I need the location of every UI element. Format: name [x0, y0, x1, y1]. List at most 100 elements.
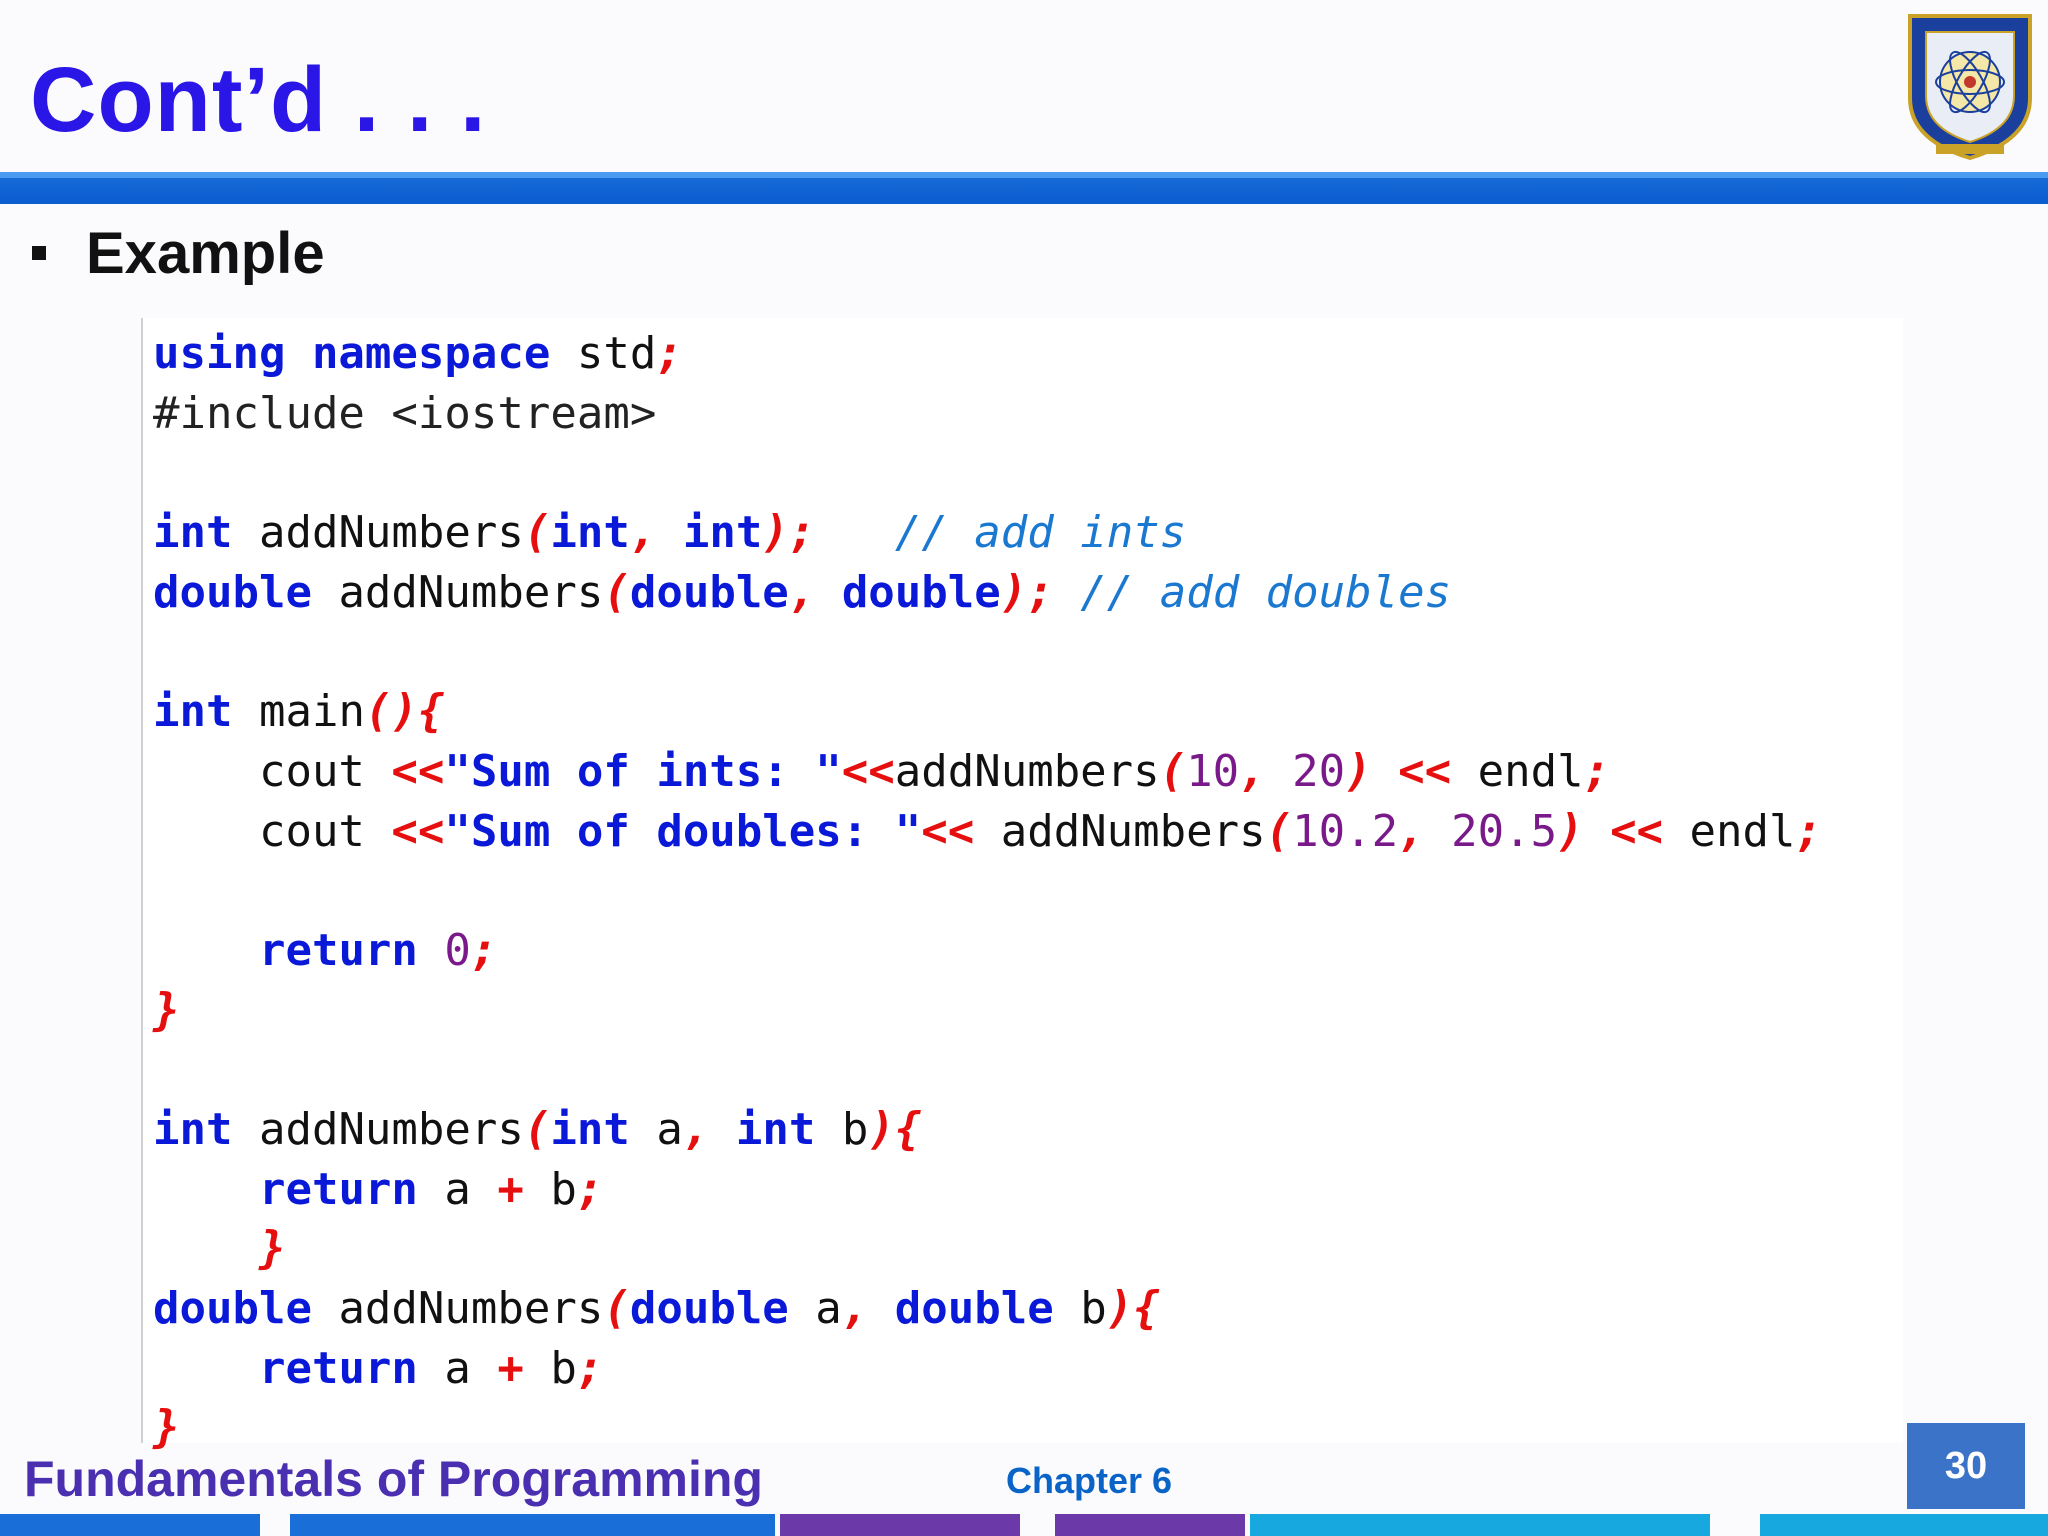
code-token: << [1398, 745, 1452, 797]
code-token: ; [470, 924, 498, 976]
code-line: cout <<"Sum of doubles: "<< addNumbers(1… [153, 802, 1822, 862]
code-line: double addNumbers(double, double); // ad… [153, 563, 1822, 623]
code-token: main [232, 686, 365, 738]
code-token: ( [1159, 745, 1187, 797]
code-token: #include <iostream> [153, 387, 657, 439]
code-token: addNumbers [974, 805, 1266, 857]
footer-bar-segment-1 [0, 1514, 260, 1536]
code-token: addNumbers [232, 1103, 524, 1155]
code-line: using namespace std; [153, 324, 1822, 384]
code-token: b [523, 1342, 577, 1394]
footer-bar-segment-4 [1055, 1514, 1245, 1536]
code-token: addNumbers [311, 566, 604, 618]
code-token: "Sum of ints: " [444, 745, 842, 797]
code-token: double [629, 566, 789, 618]
code-line: cout <<"Sum of ints: "<<addNumbers(10, 2… [153, 742, 1822, 802]
bullet-item: Example [32, 218, 325, 288]
code-token: } [258, 1223, 286, 1275]
code-token: a [417, 1163, 498, 1215]
code-token: } [153, 1402, 180, 1454]
code-token: , [841, 1283, 869, 1334]
code-token: ){ [868, 1103, 922, 1155]
footer-bar-segment-3 [780, 1514, 1020, 1536]
code-token: ( [1265, 805, 1293, 857]
code-token: ( [523, 1103, 551, 1155]
code-token: b [523, 1163, 577, 1215]
code-token: ) [1345, 745, 1372, 797]
code-line: return a + b; [153, 1339, 1822, 1399]
code-token: double [841, 566, 1001, 618]
code-token: ; [1583, 745, 1611, 797]
code-token: double [629, 1283, 789, 1334]
code-listing: using namespace std; #include <iostream> i… [153, 324, 1822, 1458]
code-token: int [153, 507, 233, 559]
chapter-label: Chapter 6 [1006, 1460, 1173, 1501]
code-token: // add doubles [1080, 566, 1452, 618]
code-token: ); [1000, 566, 1054, 618]
code-line: return a + b; [153, 1160, 1822, 1220]
code-token: return [258, 924, 418, 976]
code-token: b [1053, 1283, 1107, 1334]
code-token: ; [656, 328, 683, 379]
code-token: endl [1451, 745, 1584, 797]
code-token: 10 [1186, 745, 1240, 797]
code-line: int main(){ [153, 682, 1822, 742]
code-line: int addNumbers(int a, int b){ [153, 1100, 1822, 1160]
code-token: ; [576, 1342, 604, 1394]
code-token: ) [1557, 805, 1584, 857]
code-token: , [682, 1103, 710, 1155]
code-token: addNumbers [894, 745, 1160, 797]
code-token: addNumbers [232, 507, 524, 559]
code-token: b [815, 1103, 869, 1155]
code-token: , [629, 507, 657, 559]
code-token: 20 [1292, 745, 1346, 797]
bullet-text: Example [86, 220, 325, 286]
code-token: int [550, 507, 630, 559]
code-token: } [153, 984, 180, 1036]
code-token: "Sum of doubles: " [444, 805, 922, 857]
course-title: Fundamentals of Programming [24, 1451, 763, 1507]
code-token: (){ [364, 686, 445, 738]
code-token: , [1239, 745, 1266, 797]
code-token: int [153, 686, 233, 738]
code-line: double addNumbers(double a, double b){ [153, 1279, 1822, 1339]
code-token: , [788, 566, 816, 618]
code-line: #include <iostream> [153, 384, 1822, 444]
code-token: 0 [444, 924, 471, 976]
footer-bar-segment-5 [1250, 1514, 1710, 1536]
code-token: cout [153, 745, 392, 797]
code-block: using namespace std; #include <iostream> i… [141, 318, 1903, 1453]
bullet-marker-icon [32, 246, 46, 260]
code-token: << [391, 805, 445, 857]
code-token: a [629, 1103, 683, 1155]
code-token: int [682, 507, 763, 559]
code-token: 20.5 [1451, 805, 1558, 857]
code-token: using namespace [153, 328, 551, 379]
code-token: , [1398, 805, 1425, 857]
code-token: endl [1663, 805, 1796, 857]
code-line: int addNumbers(int, int); // add ints [153, 503, 1822, 563]
footer-bar-segment-6 [1760, 1514, 2048, 1536]
header-rule [0, 172, 2048, 204]
code-token: 10.2 [1292, 805, 1399, 857]
code-token: int [550, 1103, 630, 1155]
code-line: } [153, 981, 1822, 1041]
code-line: } [153, 1219, 1822, 1279]
code-line: return 0; [153, 921, 1822, 981]
code-token: double [894, 1283, 1054, 1334]
code-token: << [841, 745, 895, 797]
footer-bar-segment-2 [290, 1514, 775, 1536]
